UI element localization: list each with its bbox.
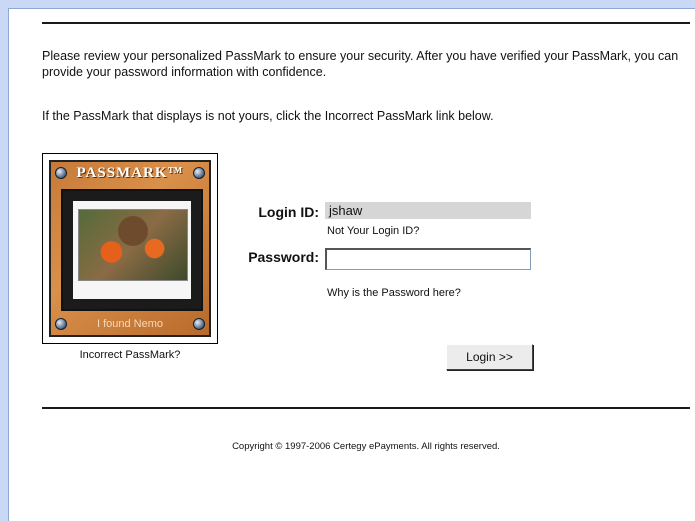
login-button[interactable]: Login >> (446, 344, 533, 370)
intro-text: Please review your personalized PassMark… (42, 49, 679, 79)
copyright-text: Copyright © 1997-2006 Certegy ePayments.… (232, 441, 500, 452)
incorrect-passmark-instructions: If the PassMark that displays is not you… (42, 109, 494, 123)
why-password-link[interactable]: Why is the Password here? (327, 287, 461, 299)
passmark-board: PASSMARK™ I found Nemo (49, 160, 211, 337)
login-id-label: Login ID: (258, 204, 319, 220)
bottom-divider (42, 407, 690, 409)
password-label: Password: (248, 249, 319, 265)
not-your-login-id-link[interactable]: Not Your Login ID? (327, 225, 419, 237)
passmark-title: PASSMARK™ (76, 165, 184, 181)
content-panel: Please review your personalized PassMark… (8, 8, 695, 521)
login-id-value: jshaw (325, 202, 531, 219)
passmark-image: PASSMARK™ I found Nemo (42, 153, 218, 344)
password-input[interactable] (325, 248, 531, 270)
passmark-caption: I found Nemo (96, 318, 164, 330)
incorrect-passmark-link[interactable]: Incorrect PassMark? (42, 349, 218, 361)
passmark-photo-mat (73, 201, 191, 299)
passmark-picture-frame (61, 189, 203, 311)
clownfish-photo (78, 209, 188, 281)
top-divider (42, 22, 690, 24)
